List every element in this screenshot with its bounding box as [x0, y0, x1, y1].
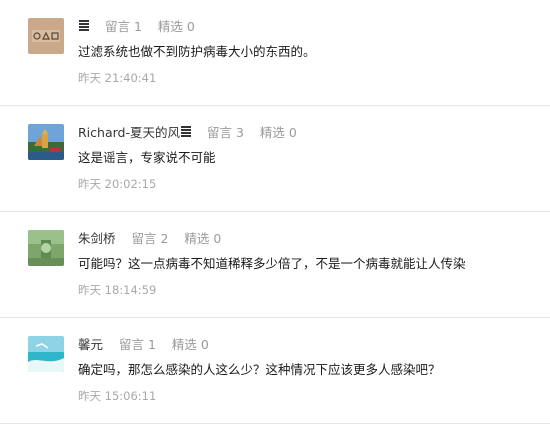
featured-count: 精选 0 [157, 19, 195, 34]
comment-item: 朱剑桥 留言 2 精选 0 可能吗？这一点病毒不知道稀释多少倍了，不是一个病毒就… [0, 212, 550, 318]
comment-time: 昨天 15:06:11 [78, 389, 157, 403]
reply-count: 留言 3 [206, 125, 244, 140]
comment-time: 昨天 21:40:41 [78, 71, 157, 85]
nickname-emoji-icon [180, 126, 191, 138]
reply-count: 留言 1 [104, 19, 142, 34]
comment-text: 过滤系统也做不到防护病毒大小的东西的。 [78, 44, 316, 59]
comment-text: 可能吗？这一点病毒不知道稀释多少倍了，不是一个病毒就能让人传染 [78, 256, 466, 271]
avatar[interactable] [28, 336, 64, 372]
reply-count: 留言 1 [119, 337, 156, 352]
comment-time: 昨天 20:02:15 [78, 177, 157, 191]
comment-meta: 留言 1 精选 0 [78, 18, 195, 36]
reply-count: 留言 2 [131, 231, 169, 246]
featured-count: 精选 0 [171, 337, 209, 352]
featured-count: 精选 0 [259, 125, 297, 140]
comment-item: 留言 1 精选 0 过滤系统也做不到防护病毒大小的东西的。 昨天 21:40:4… [0, 0, 550, 106]
nickname-emoji-icon [79, 20, 89, 32]
comment-list: 留言 1 精选 0 过滤系统也做不到防护病毒大小的东西的。 昨天 21:40:4… [0, 0, 550, 425]
avatar-image [28, 336, 64, 372]
featured-count: 精选 0 [184, 231, 222, 246]
nickname[interactable]: 馨元 [78, 337, 103, 352]
nickname[interactable]: Richard-夏天的风 [78, 125, 180, 140]
comment-meta: 馨元 留言 1 精选 0 [78, 336, 209, 354]
comment-meta: 朱剑桥 留言 2 精选 0 [78, 230, 221, 248]
comment-item: Richard-夏天的风 留言 3 精选 0 这是谣言，专家说不可能 昨天 20… [0, 106, 550, 212]
comment-time: 昨天 18:14:59 [78, 283, 157, 297]
comment-text: 这是谣言，专家说不可能 [78, 150, 216, 165]
comment-meta: Richard-夏天的风 留言 3 精选 0 [78, 124, 297, 142]
comment-item: 馨元 留言 1 精选 0 确定吗，那怎么感染的人这么少？这种情况下应该更多人感染… [0, 318, 550, 424]
avatar[interactable] [28, 230, 64, 266]
comment-text: 确定吗，那怎么感染的人这么少？这种情况下应该更多人感染吧？ [78, 362, 441, 377]
avatar-image [28, 124, 64, 160]
avatar-image [28, 230, 64, 266]
avatar-image [28, 18, 64, 54]
avatar[interactable] [28, 18, 64, 54]
nickname[interactable]: 朱剑桥 [78, 231, 116, 246]
avatar[interactable] [28, 124, 64, 160]
